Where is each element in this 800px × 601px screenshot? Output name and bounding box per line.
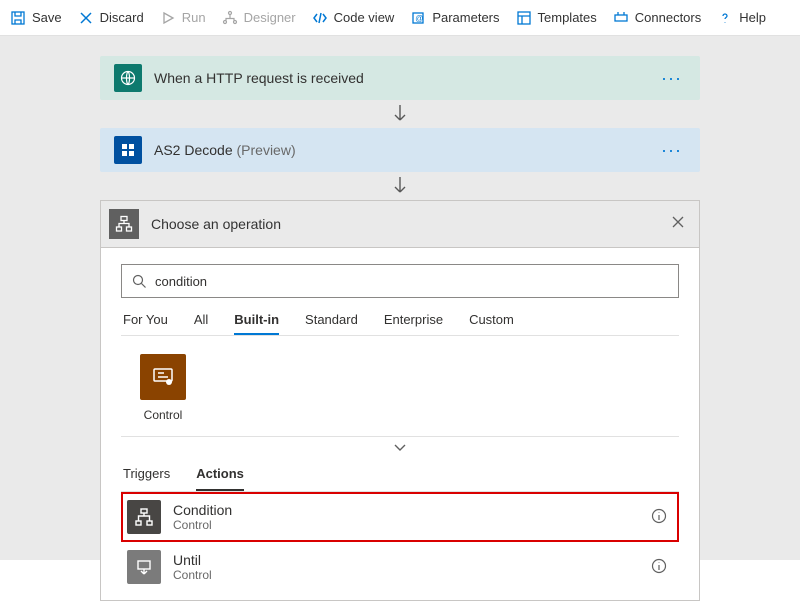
until-icon [127,550,161,584]
category-tab-enterprise[interactable]: Enterprise [384,312,443,335]
designer-icon [222,10,238,26]
flow-arrow-icon [100,172,700,200]
info-icon[interactable] [645,558,673,577]
info-icon[interactable] [645,508,673,527]
condition-icon [127,500,161,534]
code-icon [312,10,328,26]
operation-picker: Choose an operation For You All Built-in St… [100,200,700,601]
step-title: AS2 Decode (Preview) [154,142,657,158]
toolbar-label: Save [32,10,62,25]
category-tab-custom[interactable]: Custom [469,312,514,335]
step-http-trigger[interactable]: When a HTTP request is received ··· [100,56,700,100]
action-until[interactable]: UntilControl [121,542,679,592]
category-tabs: For You All Built-in Standard Enterprise Cust… [121,298,679,335]
action-subtitle: Control [173,518,645,532]
globe-icon [114,64,142,92]
action-tab-triggers[interactable]: Triggers [123,466,170,491]
help-icon [717,10,733,26]
search-input[interactable] [155,274,668,289]
connectors-icon [613,10,629,26]
category-tab-for-you[interactable]: For You [123,312,168,335]
parameters-button[interactable]: @ Parameters [410,10,499,26]
more-icon[interactable]: ··· [657,140,686,161]
discard-button[interactable]: Discard [78,10,144,26]
run-icon [160,10,176,26]
connector-grid: Control [121,335,679,422]
close-icon[interactable] [667,213,689,236]
operation-picker-header: Choose an operation [101,201,699,248]
step-as2-decode[interactable]: AS2 Decode (Preview) ··· [100,128,700,172]
branch-icon [109,209,139,239]
action-condition[interactable]: ConditionControl [121,492,679,542]
connector-label: Control [144,408,183,422]
flow-arrow-icon [100,100,700,128]
toolbar-label: Run [182,10,206,25]
expand-toggle[interactable] [121,436,679,456]
toolbar-label: Discard [100,10,144,25]
preview-tag: (Preview) [237,142,296,158]
toolbar-label: Parameters [432,10,499,25]
toolbar-label: Connectors [635,10,701,25]
designer-button: Designer [222,10,296,26]
action-type-tabs: Triggers Actions [121,456,679,492]
category-tab-standard[interactable]: Standard [305,312,358,335]
category-tab-built-in[interactable]: Built-in [234,312,279,335]
search-icon [132,274,147,289]
toolbar-label: Help [739,10,766,25]
templates-icon [516,10,532,26]
save-icon [10,10,26,26]
help-button[interactable]: Help [717,10,766,26]
connector-control[interactable]: Control [123,354,203,422]
step-title-text: AS2 Decode [154,142,233,158]
svg-text:@: @ [416,14,424,23]
action-name: Condition [173,502,645,518]
parameters-icon: @ [410,10,426,26]
toolbar-label: Templates [538,10,597,25]
toolbar: Save Discard Run Designer Code view @ Paramete… [0,0,800,36]
templates-button[interactable]: Templates [516,10,597,26]
step-title: When a HTTP request is received [154,70,657,86]
toolbar-label: Code view [334,10,395,25]
code-button[interactable]: Code view [312,10,395,26]
grid-icon [114,136,142,164]
action-subtitle: Control [173,568,645,582]
action-tab-actions[interactable]: Actions [196,466,244,491]
operation-picker-title: Choose an operation [151,216,667,232]
chevron-down-icon [393,442,407,452]
run-button: Run [160,10,206,26]
action-list: ConditionControlUntilControl [121,492,679,600]
action-text: UntilControl [173,552,645,582]
designer-canvas: When a HTTP request is received ··· AS2 … [0,36,800,560]
connectors-button[interactable]: Connectors [613,10,701,26]
action-name: Until [173,552,645,568]
save-button[interactable]: Save [10,10,62,26]
more-icon[interactable]: ··· [657,68,686,89]
discard-icon [78,10,94,26]
control-icon [140,354,186,400]
toolbar-label: Designer [244,10,296,25]
search-input-wrapper[interactable] [121,264,679,298]
action-text: ConditionControl [173,502,645,532]
category-tab-all[interactable]: All [194,312,208,335]
